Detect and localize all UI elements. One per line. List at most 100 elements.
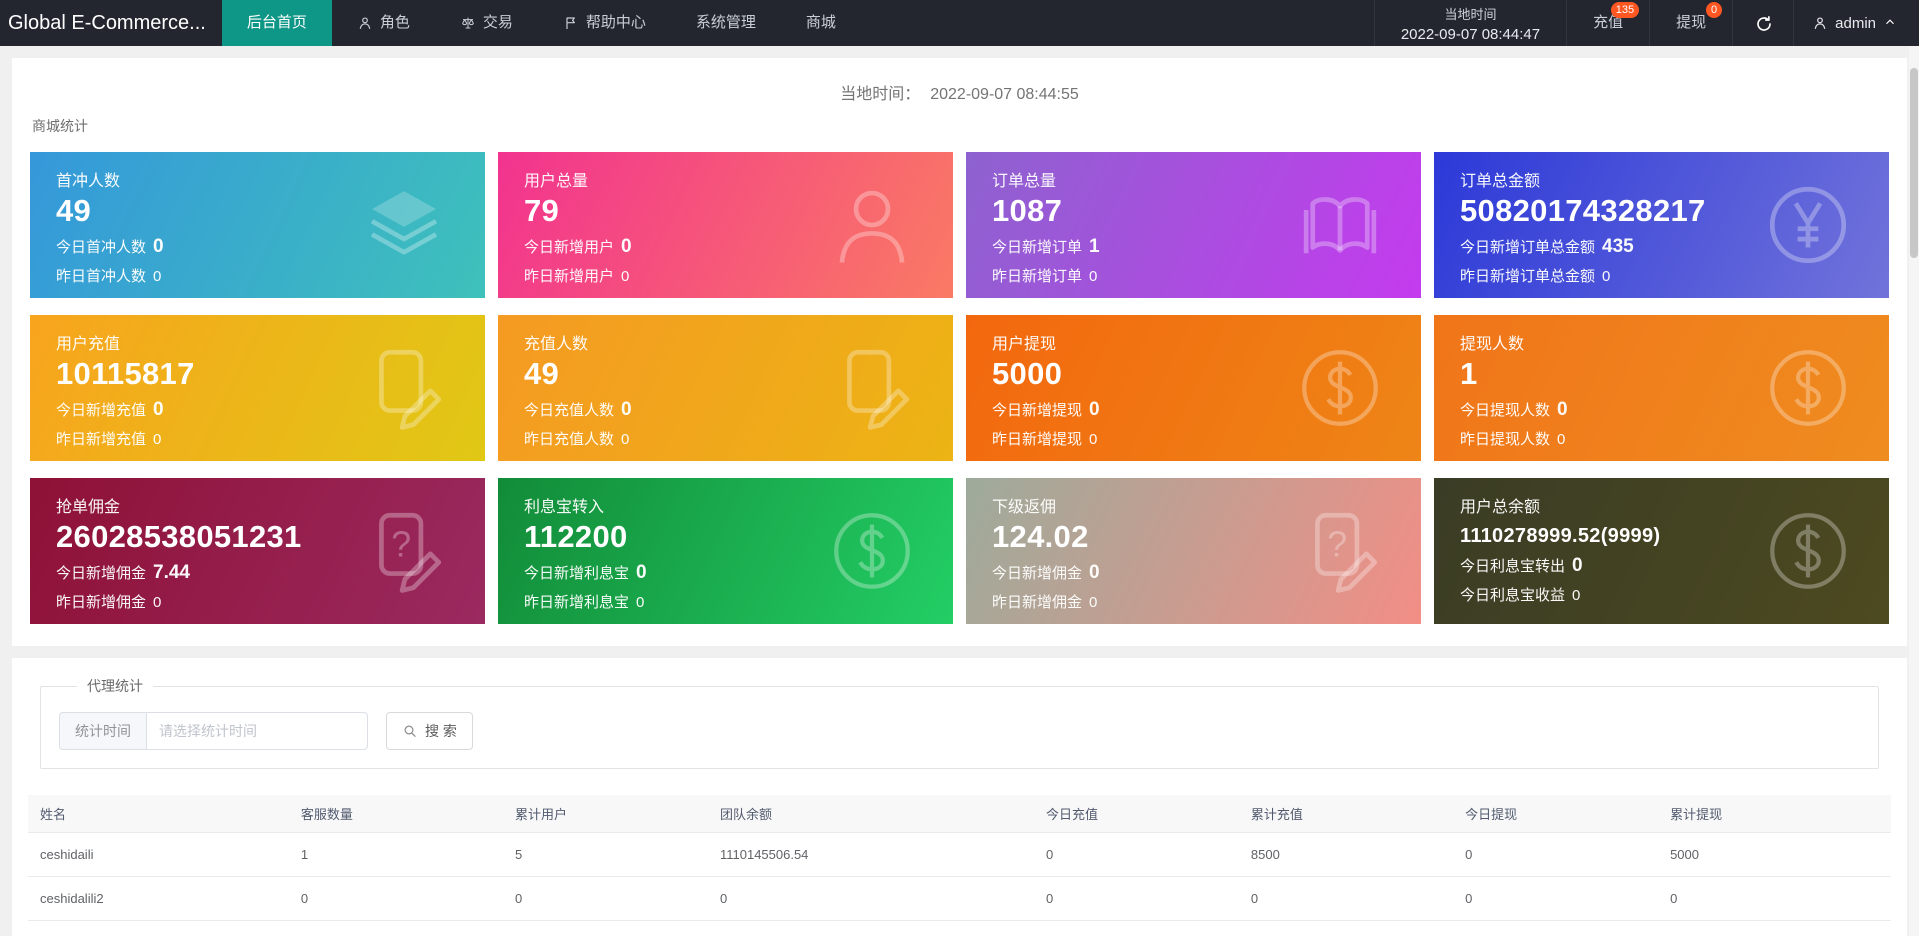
stat-card-total-users: 用户总量 79 今日新增用户 0 昨日新增用户 0: [498, 152, 953, 298]
agent-table: 姓名 客服数量 累计用户 团队余额 今日充值 累计充值 今日提现 累计提现 ce…: [28, 795, 1891, 936]
stat-card-user-withdraw: 用户提现 5000 今日新增提现 0 昨日新增提现 0: [966, 315, 1421, 461]
card-line-label: 昨日新增佣金: [56, 594, 147, 611]
nav-item-label: 角色: [379, 14, 410, 31]
search-button[interactable]: 搜 索: [386, 712, 473, 750]
dollar-circle-icon: [825, 504, 919, 598]
table-row: a00001 0 0 0 0 0 0 0: [28, 920, 1891, 936]
stat-card-user-recharge: 用户充值 10115817 今日新增充值 0 昨日新增充值 0: [30, 315, 485, 461]
table-row: ceshidalili2 0 0 0 0 0 0 0: [28, 876, 1891, 921]
card-line-label: 昨日充值人数: [524, 431, 615, 448]
nav-item-mall[interactable]: 商城: [781, 0, 861, 46]
document-edit-icon: [825, 341, 919, 435]
card-line-label: 今日首冲人数: [56, 239, 147, 256]
refresh-icon: [1755, 15, 1771, 31]
stat-time-input[interactable]: [146, 712, 368, 750]
card-line-value: 0: [153, 268, 162, 285]
agent-statistics-panel: 代理统计 统计时间 搜 索 姓名 客服数量 累计用户 团队余额 今日充值 累计充…: [12, 658, 1907, 936]
card-line-value: 0: [1089, 268, 1098, 285]
card-line-label: 今日新增利息宝: [524, 565, 630, 582]
stat-card-withdraw-users: 提现人数 1 今日提现人数 0 昨日提现人数 0: [1434, 315, 1889, 461]
cell: 0: [1658, 920, 1891, 936]
card-line-label: 昨日新增充值: [56, 431, 147, 448]
card-line-value: 0: [1557, 399, 1568, 420]
cell-name: a00001: [28, 920, 289, 936]
stat-card-order-commission: 抢单佣金 26028538051231 今日新增佣金 7.44 昨日新增佣金 0 ?: [30, 478, 485, 624]
card-line-value: 0: [153, 399, 164, 420]
recharge-notice-button[interactable]: 充值 135: [1566, 0, 1649, 46]
nav-item-label: 后台首页: [246, 14, 307, 31]
cell: 0: [1453, 876, 1659, 921]
search-button-label: 搜 索: [425, 723, 457, 739]
card-line-value: 0: [621, 268, 630, 285]
cell: 1110145506.54: [707, 832, 1034, 877]
stat-card-first-recharge-users: 首冲人数 49 今日首冲人数 0 昨日首冲人数 0: [30, 152, 485, 298]
cell-name: ceshidalili2: [28, 876, 289, 921]
nav-item-help-center[interactable]: 帮助中心: [538, 0, 671, 46]
user-icon: [1812, 15, 1828, 31]
card-line-label: 昨日新增提现: [992, 431, 1083, 448]
stat-cards-grid: 首冲人数 49 今日首冲人数 0 昨日首冲人数 0 用户总量 79 今日新增用户 0 …: [30, 152, 1889, 624]
book-icon: [1293, 178, 1387, 272]
cell: 0: [1033, 876, 1239, 921]
nav-item-roles[interactable]: 角色: [332, 0, 435, 46]
stat-card-recharge-users: 充值人数 49 今日充值人数 0 昨日充值人数 0: [498, 315, 953, 461]
brand-title: Global E-Commerce...: [8, 12, 206, 34]
cell: 0: [503, 876, 708, 921]
user-menu[interactable]: admin: [1793, 0, 1919, 46]
nav-item-label: 帮助中心: [585, 14, 646, 31]
username: admin: [1835, 14, 1876, 32]
cell: 0: [707, 876, 1034, 921]
recharge-badge: 135: [1610, 2, 1640, 18]
navbar-right: 当地时间 2022-09-07 08:44:47 充值 135 提现 0 adm…: [1373, 0, 1919, 46]
card-line-value: 0: [1602, 268, 1611, 285]
search-icon: [402, 723, 418, 739]
chevron-up-icon: [1883, 15, 1899, 31]
card-line-label: 今日提现人数: [1460, 402, 1551, 419]
cell: 0: [1033, 832, 1239, 877]
dollar-circle-icon: [1293, 341, 1387, 435]
cell: 0: [1658, 876, 1891, 921]
table-header-row: 姓名 客服数量 累计用户 团队余额 今日充值 累计充值 今日提现 累计提现: [28, 795, 1891, 833]
mall-statistics-panel: 当地时间： 2022-09-07 08:44:55 商城统计 首冲人数 49 今日…: [12, 58, 1907, 646]
stat-time-label: 统计时间: [59, 712, 146, 750]
cell: 1: [288, 832, 504, 877]
card-line-value: 7.44: [153, 562, 190, 583]
dollar-circle-icon: [1761, 504, 1855, 598]
section-title: 商城统计: [32, 118, 88, 134]
cell: 8500: [1238, 832, 1454, 877]
vertical-scrollbar[interactable]: [1909, 46, 1919, 936]
cell: 0: [707, 920, 1034, 936]
col-header-total-users: 累计用户: [503, 795, 708, 833]
local-time-line: 当地时间： 2022-09-07 08:44:55: [30, 80, 1889, 104]
stat-card-total-order-amount: 订单总金额 50820174328217 今日新增订单总金额 435 昨日新增订单…: [1434, 152, 1889, 298]
card-line-value: 0: [1089, 594, 1098, 611]
card-line-label: 昨日新增利息宝: [524, 594, 630, 611]
nav-item-system-manage[interactable]: 系统管理: [671, 0, 781, 46]
nav-item-trade[interactable]: 交易: [435, 0, 538, 46]
cell-name: ceshidaili: [28, 832, 289, 877]
table-row: ceshidaili 1 5 1110145506.54 0 8500 0 50…: [28, 832, 1891, 877]
refresh-button[interactable]: [1732, 0, 1793, 46]
nav-item-dashboard[interactable]: 后台首页: [221, 0, 332, 46]
card-line-label: 今日新增用户: [524, 239, 615, 256]
svg-text:?: ?: [1327, 525, 1347, 565]
cell: 5000: [1658, 832, 1891, 877]
card-line-label: 今日新增佣金: [56, 565, 147, 582]
cell: 0: [1033, 920, 1239, 936]
card-line-label: 昨日首冲人数: [56, 268, 147, 285]
stat-card-total-orders: 订单总量 1087 今日新增订单 1 昨日新增订单 0: [966, 152, 1421, 298]
card-line-label: 昨日新增订单总金额: [1460, 268, 1596, 285]
filter-row: 统计时间 搜 索: [59, 712, 1860, 750]
card-line-value: 0: [1089, 562, 1100, 583]
card-line-label: 今日新增订单总金额: [1460, 239, 1596, 256]
card-line-value: 0: [621, 431, 630, 448]
withdraw-notice-button[interactable]: 提现 0: [1649, 0, 1732, 46]
scales-icon: [460, 15, 476, 31]
card-line-label: 昨日新增佣金: [992, 594, 1083, 611]
card-line-label: 昨日提现人数: [1460, 431, 1551, 448]
withdraw-badge: 0: [1706, 2, 1723, 18]
scrollbar-thumb[interactable]: [1910, 68, 1918, 258]
navbar-local-time: 当地时间 2022-09-07 08:44:47: [1373, 0, 1566, 46]
card-line-label: 昨日新增用户: [524, 268, 615, 285]
col-header-team-balance: 团队余额: [707, 795, 1034, 833]
